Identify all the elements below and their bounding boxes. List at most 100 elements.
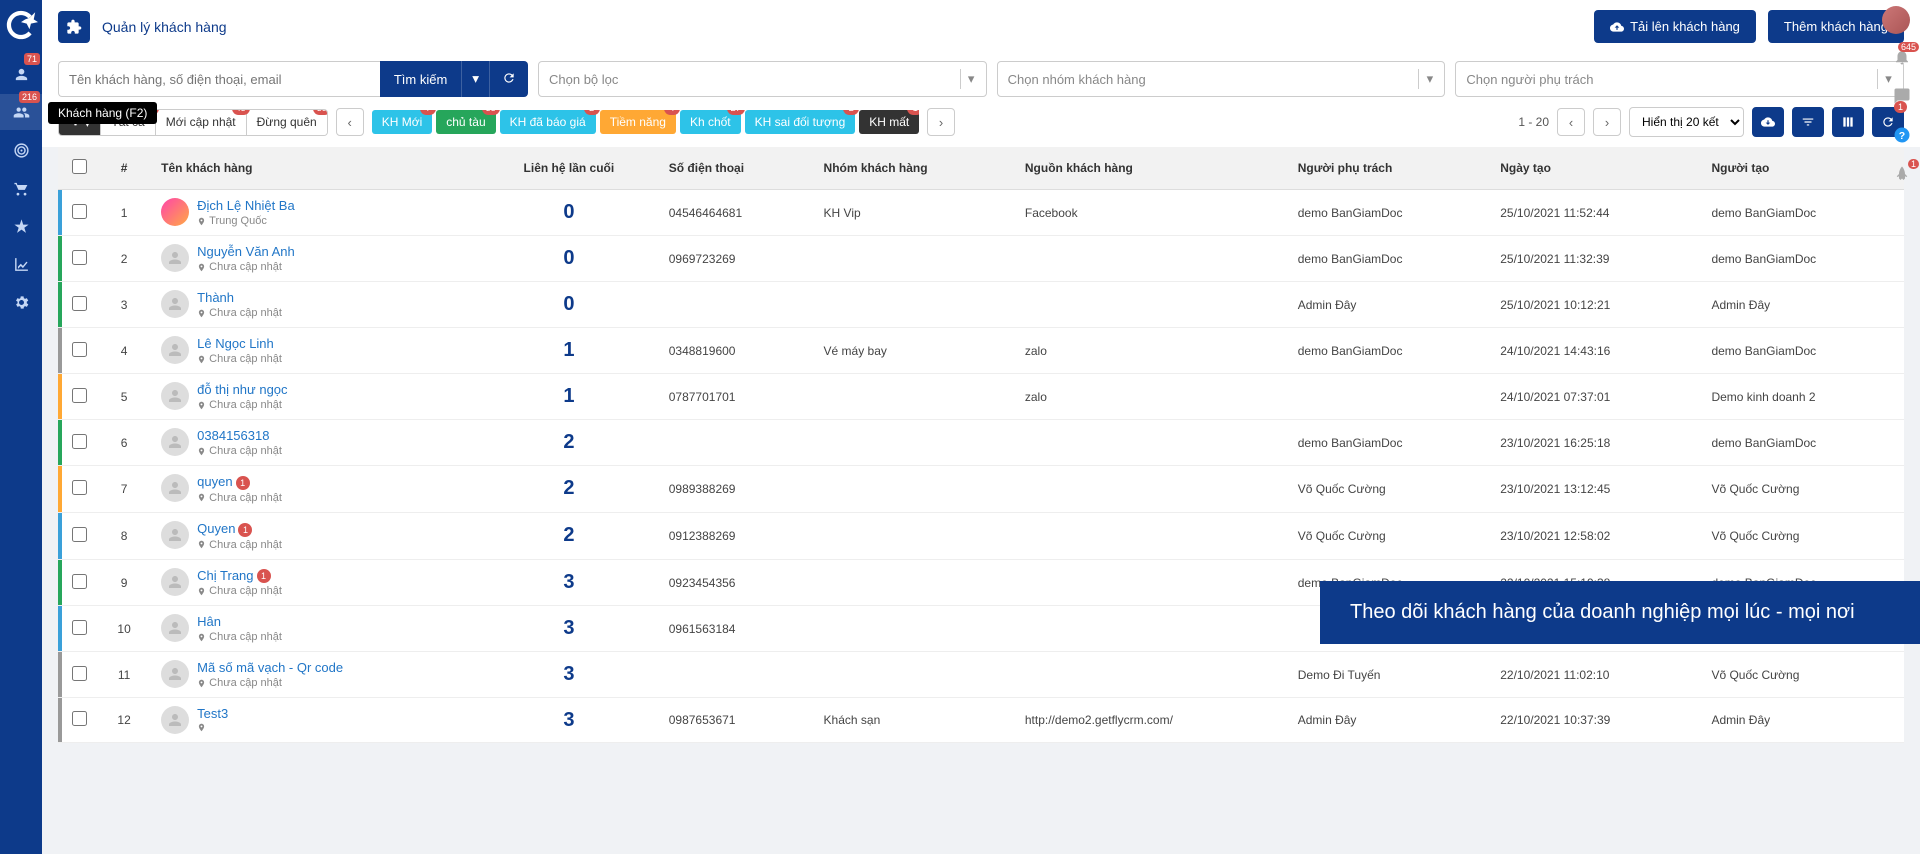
customer-name[interactable]: Nguyễn Văn Anh: [197, 244, 295, 259]
customer-name[interactable]: Thành: [197, 290, 234, 305]
status-tag[interactable]: chủ tàu38: [436, 110, 495, 134]
status-tag[interactable]: KH sai đối tượng2: [745, 110, 856, 134]
column-header[interactable]: #: [97, 147, 151, 190]
table-row[interactable]: 2Nguyễn Văn AnhChưa cập nhật00969723269d…: [58, 236, 1904, 282]
avatar: [161, 336, 189, 364]
nav-user-icon[interactable]: 71: [0, 56, 42, 92]
column-header[interactable]: Tên khách hàng: [151, 147, 479, 190]
customer-name[interactable]: quyen: [197, 474, 232, 489]
nav-cart-icon[interactable]: [0, 170, 42, 206]
avatar: [161, 660, 189, 688]
column-header[interactable]: Số điện thoại: [659, 147, 814, 190]
row-checkbox[interactable]: [72, 527, 87, 542]
filter-select[interactable]: Chọn bộ lọc▾: [538, 61, 987, 97]
banner: Theo dõi khách hàng của doanh nghiệp mọi…: [1320, 581, 1920, 644]
row-checkbox[interactable]: [72, 342, 87, 357]
customer-name[interactable]: đỗ thị như ngọc: [197, 382, 287, 397]
nav-chart-icon[interactable]: [0, 246, 42, 282]
scroll-right-button[interactable]: ›: [927, 108, 955, 136]
search-button[interactable]: Tìm kiếm: [380, 61, 461, 97]
column-header[interactable]: Người phụ trách: [1288, 147, 1490, 190]
customer-name[interactable]: Test3: [197, 706, 228, 721]
search-input[interactable]: [58, 61, 380, 97]
customer-name[interactable]: Hân: [197, 614, 221, 629]
contact-count: 1: [563, 339, 574, 361]
row-checkbox[interactable]: [72, 434, 87, 449]
contact-count: 2: [563, 431, 574, 453]
row-checkbox[interactable]: [72, 620, 87, 635]
chat-icon[interactable]: [1893, 87, 1911, 108]
avatar: [161, 198, 189, 226]
refresh-button[interactable]: [489, 61, 528, 97]
status-tag[interactable]: KH mất1: [859, 110, 919, 134]
table-wrap: #Tên khách hàngLiên hệ lần cuốiSố điện t…: [42, 147, 1920, 854]
status-tag[interactable]: KH đã báo giá2: [500, 110, 596, 134]
search-dropdown[interactable]: ▾: [461, 61, 489, 97]
table-row[interactable]: 60384156318Chưa cập nhật2demo BanGiamDoc…: [58, 420, 1904, 466]
filter-button[interactable]: [1792, 107, 1824, 137]
badge: 71: [24, 53, 40, 65]
nav-star-icon[interactable]: [0, 208, 42, 244]
view-tab[interactable]: Đừng quên39: [247, 110, 327, 135]
rocket-icon[interactable]: 1: [1893, 165, 1911, 186]
nav-target-icon[interactable]: [0, 132, 42, 168]
help-icon[interactable]: ?: [1893, 126, 1911, 147]
contact-count: 3: [563, 617, 574, 639]
table-row[interactable]: 4Lê Ngọc LinhChưa cập nhật10348819600Vé …: [58, 328, 1904, 374]
nav-customers-icon[interactable]: 216: [0, 94, 42, 130]
sidebar: 71 216: [0, 0, 42, 854]
avatar: [161, 382, 189, 410]
row-checkbox[interactable]: [72, 296, 87, 311]
view-tab[interactable]: Mới cập nhật45: [156, 110, 247, 135]
status-tag[interactable]: Tiềm năng4: [600, 110, 676, 134]
column-header[interactable]: Ngày tạo: [1490, 147, 1701, 190]
upload-button[interactable]: Tải lên khách hàng: [1594, 10, 1756, 43]
download-button[interactable]: [1752, 107, 1784, 137]
status-tag[interactable]: KH Mới7: [372, 110, 433, 134]
customer-name[interactable]: Mã số mã vạch - Qr code: [197, 660, 343, 675]
column-header[interactable]: Liên hệ lần cuối: [479, 147, 659, 190]
column-header[interactable]: Người tạo: [1701, 147, 1904, 190]
row-checkbox[interactable]: [72, 388, 87, 403]
prev-page-button[interactable]: ‹: [1557, 108, 1585, 136]
table-row[interactable]: 8Quyen1Chưa cập nhật20912388269Võ Quốc C…: [58, 512, 1904, 559]
table-row[interactable]: 11Mã số mã vạch - Qr codeChưa cập nhật3D…: [58, 652, 1904, 698]
contact-count: 0: [563, 247, 574, 269]
column-header[interactable]: Nguồn khách hàng: [1015, 147, 1288, 190]
row-checkbox[interactable]: [72, 666, 87, 681]
status-tag[interactable]: Kh chốt27: [680, 110, 741, 134]
header: Quản lý khách hàng Tải lên khách hàng Th…: [42, 0, 1920, 53]
scroll-left-button[interactable]: ‹: [336, 108, 364, 136]
customer-name[interactable]: Chị Trang: [197, 568, 253, 583]
select-all-checkbox[interactable]: [72, 159, 87, 174]
next-page-button[interactable]: ›: [1593, 108, 1621, 136]
row-checkbox[interactable]: [72, 204, 87, 219]
logo[interactable]: [4, 8, 38, 42]
row-checkbox[interactable]: [72, 711, 87, 726]
user-avatar[interactable]: [1882, 6, 1910, 34]
customer-name[interactable]: Quyen: [197, 521, 235, 536]
group-select[interactable]: Chọn nhóm khách hàng▾: [997, 61, 1446, 97]
nav-settings-icon[interactable]: [0, 284, 42, 320]
column-header[interactable]: Nhóm khách hàng: [814, 147, 1015, 190]
customer-table: #Tên khách hàngLiên hệ lần cuốiSố điện t…: [58, 147, 1904, 743]
columns-button[interactable]: [1832, 107, 1864, 137]
table-row[interactable]: 12Test330987653671Khách sạnhttp://demo2.…: [58, 698, 1904, 743]
avatar: [161, 244, 189, 272]
row-checkbox[interactable]: [72, 480, 87, 495]
avatar: [161, 614, 189, 642]
customer-name[interactable]: Địch Lệ Nhiệt Ba: [197, 198, 295, 213]
table-row[interactable]: 1Địch Lệ Nhiệt BaTrung Quốc004546464681K…: [58, 190, 1904, 236]
contact-count: 3: [563, 709, 574, 731]
customer-name[interactable]: Lê Ngọc Linh: [197, 336, 274, 351]
notification-icon[interactable]: 645: [1893, 48, 1911, 69]
row-checkbox[interactable]: [72, 574, 87, 589]
assignee-select[interactable]: Chọn người phụ trách▾: [1455, 61, 1904, 97]
table-row[interactable]: 3ThànhChưa cập nhật0Admin Đây25/10/2021 …: [58, 282, 1904, 328]
status-tags: KH Mới7chủ tàu38KH đã báo giá2Tiềm năng4…: [372, 110, 919, 134]
table-row[interactable]: 7quyen1Chưa cập nhật20989388269Võ Quốc C…: [58, 466, 1904, 513]
row-checkbox[interactable]: [72, 250, 87, 265]
customer-name[interactable]: 0384156318: [197, 428, 269, 443]
display-count-select[interactable]: Hiển thị 20 kết: [1629, 107, 1744, 137]
table-row[interactable]: 5đỗ thị như ngọcChưa cập nhật10787701701…: [58, 374, 1904, 420]
